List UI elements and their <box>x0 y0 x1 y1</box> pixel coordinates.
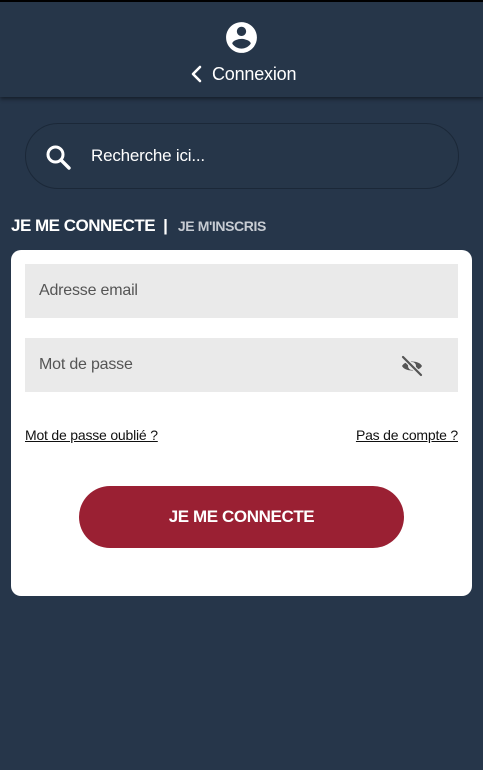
email-field[interactable]: Adresse email <box>25 264 458 318</box>
search-bar[interactable]: Recherche ici... <box>25 123 459 189</box>
tab-signup[interactable]: JE M'INSCRIS <box>178 218 266 234</box>
login-button[interactable]: JE ME CONNECTE <box>79 486 404 548</box>
no-account-link[interactable]: Pas de compte ? <box>356 427 458 443</box>
forgot-password-link[interactable]: Mot de passe oublié ? <box>25 427 158 443</box>
tab-login[interactable]: JE ME CONNECTE <box>11 216 156 235</box>
top-app-bar: Connexion <box>0 0 483 97</box>
auth-tabs: JE ME CONNECTE | JE M'INSCRIS <box>11 216 266 238</box>
password-placeholder: Mot de passe <box>39 356 133 373</box>
search-icon[interactable] <box>45 144 71 170</box>
chevron-left-icon[interactable] <box>189 65 203 83</box>
password-field[interactable]: Mot de passe <box>25 338 458 392</box>
login-form-card: Adresse email Mot de passe Mot de passe … <box>11 250 472 596</box>
email-placeholder: Adresse email <box>39 282 138 299</box>
account-circle-icon[interactable] <box>223 19 260 56</box>
eye-off-icon[interactable] <box>400 355 424 377</box>
tab-separator: | <box>163 216 168 235</box>
search-input[interactable]: Recherche ici... <box>91 146 205 166</box>
page-title: Connexion <box>212 64 297 84</box>
